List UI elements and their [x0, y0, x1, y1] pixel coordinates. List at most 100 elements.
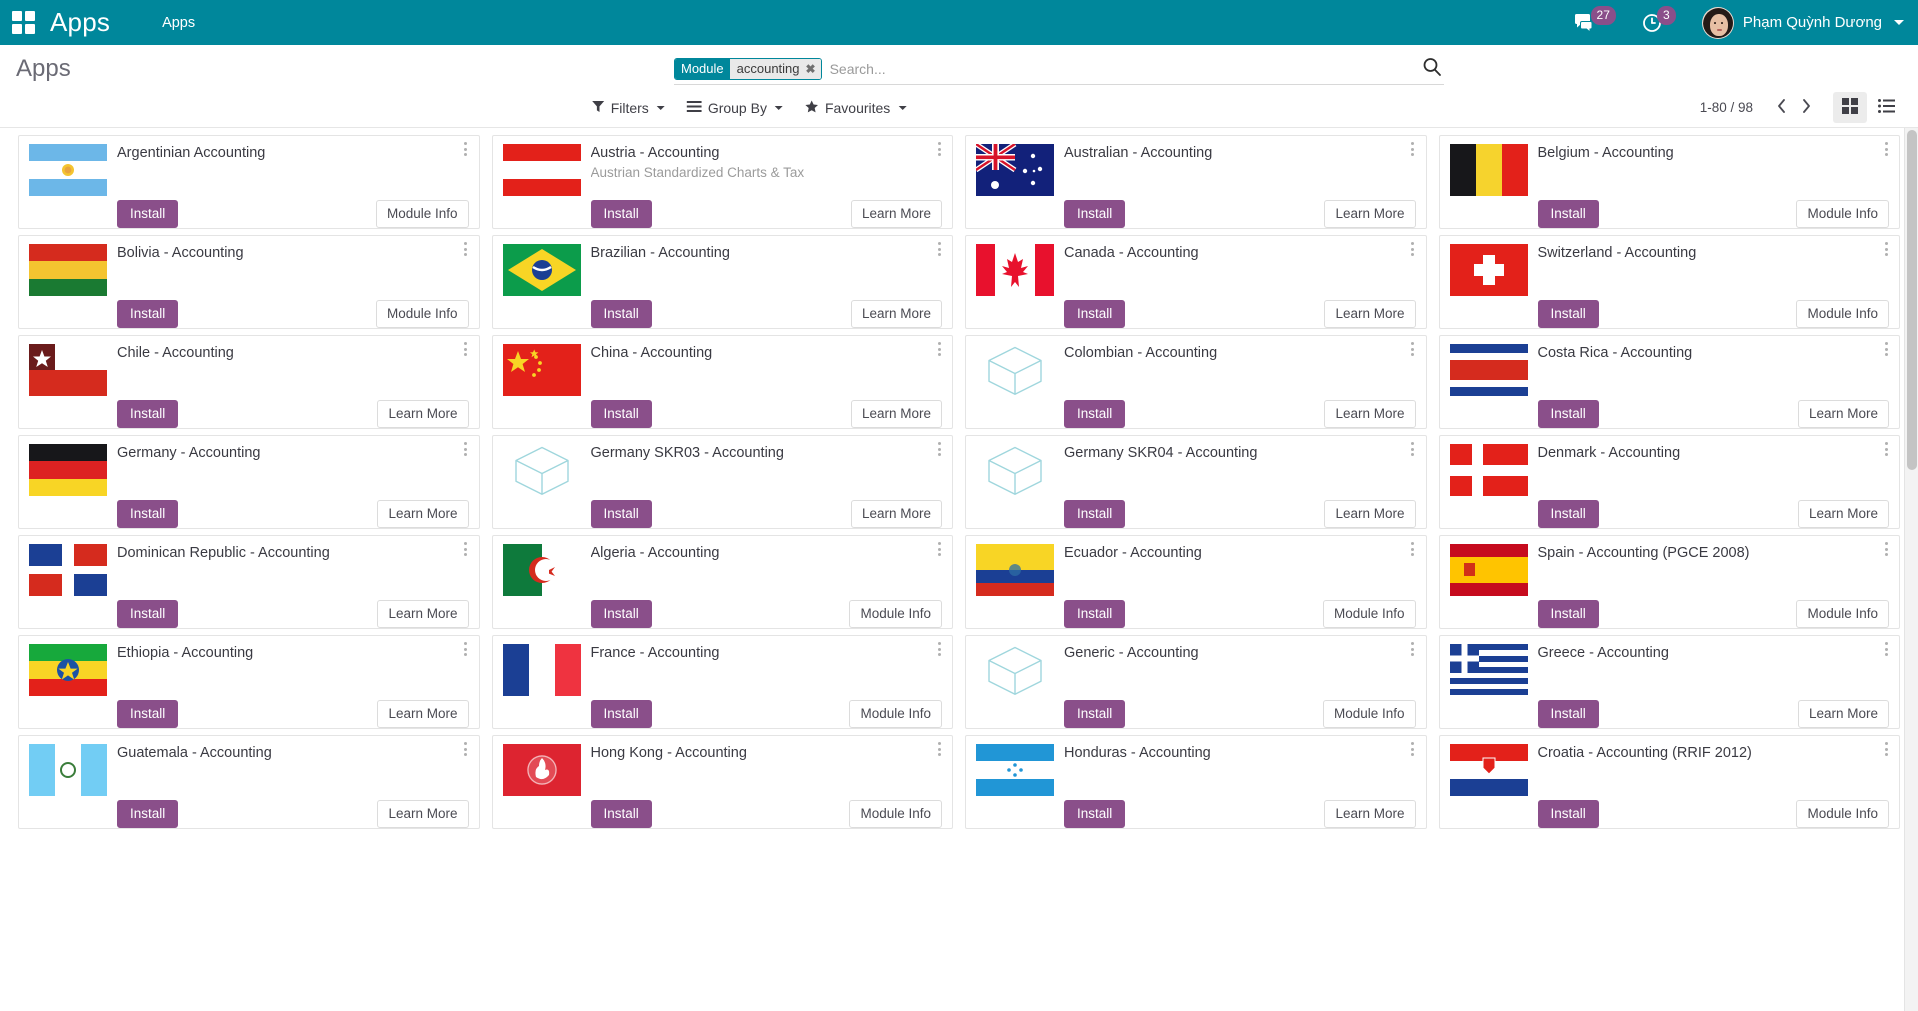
- app-secondary-button[interactable]: Learn More: [1797, 400, 1889, 428]
- kanban-card[interactable]: Honduras - Accounting Install Learn More: [959, 732, 1433, 832]
- install-button[interactable]: Install: [1064, 800, 1126, 828]
- filters-dropdown[interactable]: Filters: [592, 98, 665, 118]
- kanban-card[interactable]: Brazilian - Accounting Install Learn More: [486, 232, 960, 332]
- kanban-card[interactable]: Generic - Accounting Install Module Info: [959, 632, 1433, 732]
- kanban-card[interactable]: Chile - Accounting Install Learn More: [12, 332, 486, 432]
- card-manage-menu-icon[interactable]: [1879, 540, 1893, 558]
- app-card[interactable]: Ecuador - Accounting Install Module Info: [965, 535, 1427, 629]
- kanban-card[interactable]: Germany - Accounting Install Learn More: [12, 432, 486, 532]
- install-button[interactable]: Install: [1064, 400, 1126, 428]
- app-card[interactable]: Switzerland - Accounting Install Module In…: [1438, 235, 1900, 329]
- app-secondary-button[interactable]: Module Info: [1322, 600, 1416, 628]
- card-manage-menu-icon[interactable]: [1879, 740, 1893, 758]
- install-button[interactable]: Install: [1064, 200, 1126, 228]
- kanban-card[interactable]: Belgium - Accounting Install Module Info: [1433, 132, 1907, 232]
- activities-counter[interactable]: 3: [1642, 6, 1676, 33]
- install-button[interactable]: Install: [117, 800, 179, 828]
- app-secondary-button[interactable]: Module Info: [375, 200, 469, 228]
- kanban-card[interactable]: Argentinian Accounting Install Module Info: [12, 132, 486, 232]
- app-card[interactable]: Costa Rica - Accounting Install Learn More: [1438, 335, 1900, 429]
- app-card[interactable]: Canada - Accounting Install Learn More: [965, 235, 1427, 329]
- kanban-card[interactable]: Algeria - Accounting Install Module Info: [486, 532, 960, 632]
- card-manage-menu-icon[interactable]: [932, 340, 946, 358]
- install-button[interactable]: Install: [1537, 300, 1599, 328]
- app-card[interactable]: Denmark - Accounting Install Learn More: [1438, 435, 1900, 529]
- install-button[interactable]: Install: [117, 700, 179, 728]
- app-card[interactable]: Germany SKR04 - Accounting Install Learn M…: [965, 435, 1427, 529]
- app-secondary-button[interactable]: Module Info: [1322, 700, 1416, 728]
- app-card[interactable]: Algeria - Accounting Install Module Info: [491, 535, 953, 629]
- app-secondary-button[interactable]: Learn More: [850, 400, 942, 428]
- install-button[interactable]: Install: [590, 700, 652, 728]
- app-secondary-button[interactable]: Learn More: [1324, 200, 1416, 228]
- vertical-scrollbar[interactable]: [1904, 128, 1918, 1011]
- app-card[interactable]: Dominican Republic - Accounting Install Le…: [18, 535, 480, 629]
- kanban-card[interactable]: Switzerland - Accounting Install Module In…: [1433, 232, 1907, 332]
- kanban-card[interactable]: Ethiopia - Accounting Install Learn More: [12, 632, 486, 732]
- scrollbar-thumb[interactable]: [1907, 130, 1917, 470]
- app-secondary-button[interactable]: Learn More: [377, 600, 469, 628]
- app-secondary-button[interactable]: Module Info: [1796, 600, 1889, 628]
- app-secondary-button[interactable]: Learn More: [850, 200, 942, 228]
- messages-counter[interactable]: 27: [1574, 6, 1616, 33]
- install-button[interactable]: Install: [1064, 500, 1126, 528]
- install-button[interactable]: Install: [117, 300, 179, 328]
- card-manage-menu-icon[interactable]: [459, 140, 473, 158]
- install-button[interactable]: Install: [1537, 500, 1599, 528]
- kanban-card[interactable]: Croatia - Accounting (RRIF 2012) Install M…: [1433, 732, 1907, 832]
- install-button[interactable]: Install: [1064, 700, 1126, 728]
- app-card[interactable]: Brazilian - Accounting Install Learn More: [491, 235, 953, 329]
- app-card[interactable]: Australian - Accounting Install Learn More: [965, 135, 1427, 229]
- app-secondary-button[interactable]: Module Info: [1796, 200, 1889, 228]
- navbar-brand[interactable]: Apps: [50, 7, 110, 38]
- app-secondary-button[interactable]: Learn More: [1324, 300, 1416, 328]
- app-card[interactable]: Hong Kong - Accounting Install Module Info: [491, 735, 953, 829]
- navbar-menu-apps[interactable]: Apps: [156, 11, 201, 35]
- install-button[interactable]: Install: [1537, 600, 1599, 628]
- user-menu[interactable]: Phạm Quỳnh Dương: [1701, 6, 1904, 39]
- card-manage-menu-icon[interactable]: [459, 740, 473, 758]
- install-button[interactable]: Install: [1537, 400, 1599, 428]
- app-secondary-button[interactable]: Module Info: [849, 600, 942, 628]
- search-facet-module[interactable]: Module accounting ✖: [674, 57, 822, 80]
- app-secondary-button[interactable]: Learn More: [377, 500, 469, 528]
- kanban-card[interactable]: Costa Rica - Accounting Install Learn More: [1433, 332, 1907, 432]
- kanban-card[interactable]: Australian - Accounting Install Learn More: [959, 132, 1433, 232]
- search-input[interactable]: [821, 58, 1414, 79]
- card-manage-menu-icon[interactable]: [1879, 340, 1893, 358]
- card-manage-menu-icon[interactable]: [932, 140, 946, 158]
- card-manage-menu-icon[interactable]: [1406, 540, 1420, 558]
- app-card[interactable]: China - Accounting Install Learn More: [491, 335, 953, 429]
- groupby-dropdown[interactable]: Group By: [686, 98, 783, 118]
- app-secondary-button[interactable]: Learn More: [1797, 700, 1889, 728]
- install-button[interactable]: Install: [1537, 700, 1599, 728]
- breadcrumb[interactable]: Apps: [0, 57, 71, 81]
- app-card[interactable]: Chile - Accounting Install Learn More: [18, 335, 480, 429]
- app-card[interactable]: Greece - Accounting Install Learn More: [1438, 635, 1900, 729]
- card-manage-menu-icon[interactable]: [459, 340, 473, 358]
- install-button[interactable]: Install: [117, 200, 179, 228]
- app-card[interactable]: Ethiopia - Accounting Install Learn More: [18, 635, 480, 729]
- app-secondary-button[interactable]: Module Info: [849, 700, 942, 728]
- app-secondary-button[interactable]: Learn More: [1324, 400, 1416, 428]
- kanban-card[interactable]: France - Accounting Install Module Info: [486, 632, 960, 732]
- app-secondary-button[interactable]: Module Info: [849, 800, 942, 828]
- install-button[interactable]: Install: [117, 500, 179, 528]
- app-card[interactable]: Austria - Accounting Austrian Standardize…: [491, 135, 953, 229]
- card-manage-menu-icon[interactable]: [1406, 640, 1420, 658]
- card-manage-menu-icon[interactable]: [932, 640, 946, 658]
- install-button[interactable]: Install: [117, 600, 179, 628]
- app-card[interactable]: Bolivia - Accounting Install Module Info: [18, 235, 480, 329]
- kanban-card[interactable]: Germany SKR03 - Accounting Install Learn M…: [486, 432, 960, 532]
- card-manage-menu-icon[interactable]: [459, 540, 473, 558]
- app-card[interactable]: Belgium - Accounting Install Module Info: [1438, 135, 1900, 229]
- kanban-card[interactable]: Dominican Republic - Accounting Install Le…: [12, 532, 486, 632]
- card-manage-menu-icon[interactable]: [1406, 740, 1420, 758]
- install-button[interactable]: Install: [590, 600, 652, 628]
- card-manage-menu-icon[interactable]: [932, 740, 946, 758]
- card-manage-menu-icon[interactable]: [1406, 340, 1420, 358]
- app-card[interactable]: Colombian - Accounting Install Learn More: [965, 335, 1427, 429]
- card-manage-menu-icon[interactable]: [1879, 640, 1893, 658]
- kanban-card[interactable]: Hong Kong - Accounting Install Module Info: [486, 732, 960, 832]
- app-secondary-button[interactable]: Learn More: [377, 400, 469, 428]
